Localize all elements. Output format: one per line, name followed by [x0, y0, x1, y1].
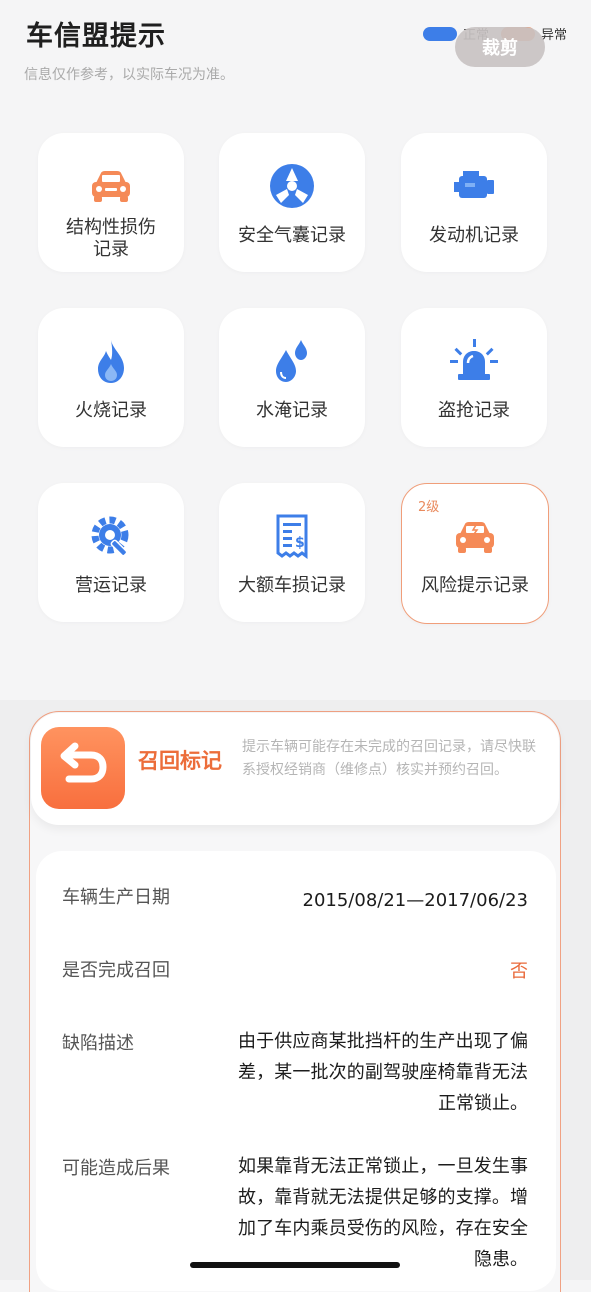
- tile-flood[interactable]: 水淹记录: [219, 308, 365, 447]
- crop-button[interactable]: 裁剪: [455, 27, 545, 67]
- water-drop-icon: [276, 340, 307, 382]
- home-indicator[interactable]: [190, 1262, 400, 1268]
- tile-risk-alert[interactable]: 2级 风险提示记录: [401, 483, 549, 624]
- row-key: 是否完成召回: [62, 960, 170, 981]
- fire-icon: [98, 340, 124, 383]
- tile-fire[interactable]: 火烧记录: [38, 308, 184, 447]
- row-value: 由于供应商某批挡杆的生产出现了偏差，某一批次的副驾驶座椅靠背无法正常锁止。: [238, 1031, 528, 1114]
- header: 车信盟提示 信息仅作参考，以实际车况为准。 正常 异常 裁剪: [0, 0, 591, 110]
- tile-structural-damage[interactable]: 结构性损伤记录: [38, 133, 184, 272]
- row-key: 缺陷描述: [62, 1033, 134, 1054]
- tile-theft[interactable]: 盗抢记录: [401, 308, 547, 447]
- recall-return-icon: [41, 727, 125, 809]
- gear-wrench-icon: [91, 516, 129, 557]
- tile-commercial-use[interactable]: 营运记录: [38, 483, 184, 622]
- legend-normal-swatch: [422, 26, 457, 41]
- tile-airbag[interactable]: 安全气囊记录: [219, 133, 365, 272]
- car-risk-icon: [456, 522, 494, 553]
- tile-engine[interactable]: 发动机记录: [401, 133, 547, 272]
- alarm-light-icon: [450, 339, 498, 380]
- page-subtitle: 信息仅作参考，以实际车况为准。: [24, 67, 234, 83]
- tile-major-damage[interactable]: $ 大额车损记录: [219, 483, 365, 622]
- tile-label: 安全气囊记录: [238, 225, 346, 246]
- row-key: 车辆生产日期: [62, 887, 170, 908]
- car-icon: [92, 171, 130, 202]
- risk-level-badge: 2级: [418, 500, 440, 515]
- tile-label: 水淹记录: [256, 400, 328, 421]
- tile-label: 风险提示记录: [421, 575, 529, 596]
- tile-label: 大额车损记录: [238, 575, 346, 596]
- tile-label: 盗抢记录: [438, 400, 510, 421]
- tile-label: 结构性损伤记录: [66, 217, 156, 260]
- engine-icon: [454, 171, 494, 198]
- airbag-icon: [270, 164, 314, 208]
- svg-text:$: $: [295, 535, 305, 551]
- page-title: 车信盟提示: [26, 21, 166, 52]
- recall-description: 提示车辆可能存在未完成的召回记录，请尽快联系授权经销商（维修点）核实并预约召回。: [242, 739, 536, 778]
- recall-detail: 车辆生产日期 2015/08/21—2017/06/23 是否完成召回 否 缺陷…: [36, 851, 556, 1291]
- recall-header: 召回标记 提示车辆可能存在未完成的召回记录，请尽快联系授权经销商（维修点）核实并…: [31, 713, 559, 825]
- row-value: 2015/08/21—2017/06/23: [302, 890, 529, 911]
- legend-abnormal-label: 异常: [540, 28, 567, 43]
- row-value: 如果靠背无法正常锁止，一旦发生事故，靠背就无法提供足够的支撑。增加了车内乘员受伤…: [238, 1156, 528, 1270]
- row-value: 否: [510, 961, 528, 982]
- tile-label: 火烧记录: [75, 400, 147, 421]
- tile-label: 营运记录: [75, 575, 147, 596]
- row-key: 可能造成后果: [62, 1158, 170, 1179]
- receipt-icon: $: [276, 514, 308, 559]
- recall-title: 召回标记: [138, 749, 222, 773]
- tile-label: 发动机记录: [429, 225, 519, 246]
